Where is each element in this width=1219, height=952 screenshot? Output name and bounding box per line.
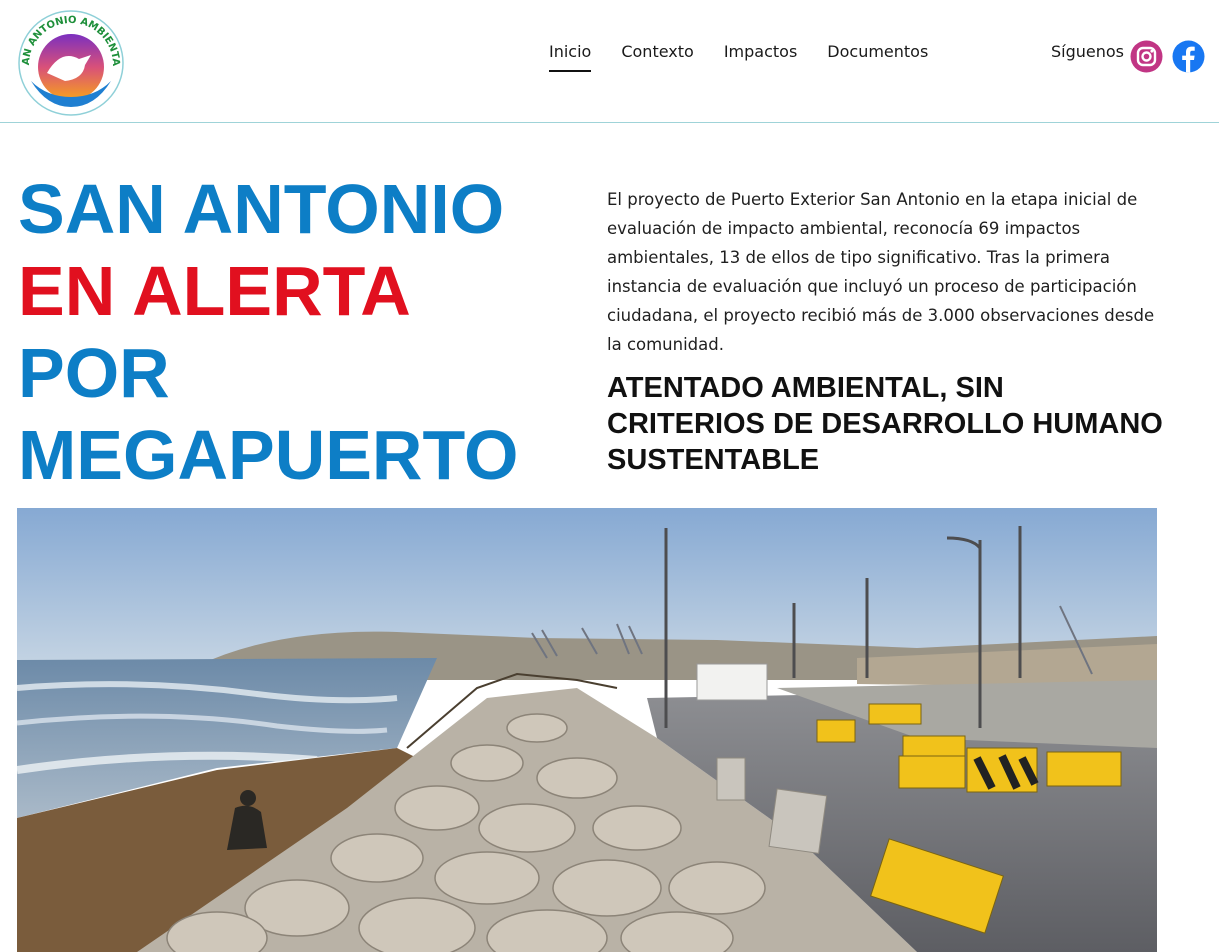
main-nav: Inicio Contexto Impactos Documentos	[549, 42, 928, 72]
hero-title-line-1: SAN ANTONIO	[18, 170, 505, 248]
nav-item-contexto[interactable]: Contexto	[621, 42, 693, 72]
facebook-icon[interactable]	[1172, 40, 1205, 73]
hero-title-line-3: POR	[18, 334, 170, 412]
site-logo[interactable]: SAN ANTONIO AMBIENTAL	[13, 1, 125, 117]
section-subheading: ATENTADO AMBIENTAL, SIN CRITERIOS DE DES…	[607, 372, 1163, 476]
nav-item-impactos[interactable]: Impactos	[724, 42, 797, 72]
hero-title-line-4: MEGAPUERTO	[18, 416, 519, 494]
nav-item-documentos[interactable]: Documentos	[827, 42, 928, 72]
hero-title: SAN ANTONIO EN ALERTA POR MEGAPUERTO	[18, 168, 578, 496]
follow-label: Síguenos	[1051, 42, 1125, 61]
logo-bird-icon: SAN ANTONIO AMBIENTAL	[13, 1, 124, 116]
instagram-icon[interactable]	[1130, 40, 1163, 73]
intro-paragraph: El proyecto de Puerto Exterior San Anton…	[607, 190, 1155, 354]
site-header: SAN ANTONIO AMBIENTAL Inicio Contexto Im…	[0, 0, 1219, 123]
hero-title-line-2: EN ALERTA	[18, 252, 411, 330]
hero-photo	[17, 508, 1157, 952]
nav-item-inicio[interactable]: Inicio	[549, 42, 592, 72]
